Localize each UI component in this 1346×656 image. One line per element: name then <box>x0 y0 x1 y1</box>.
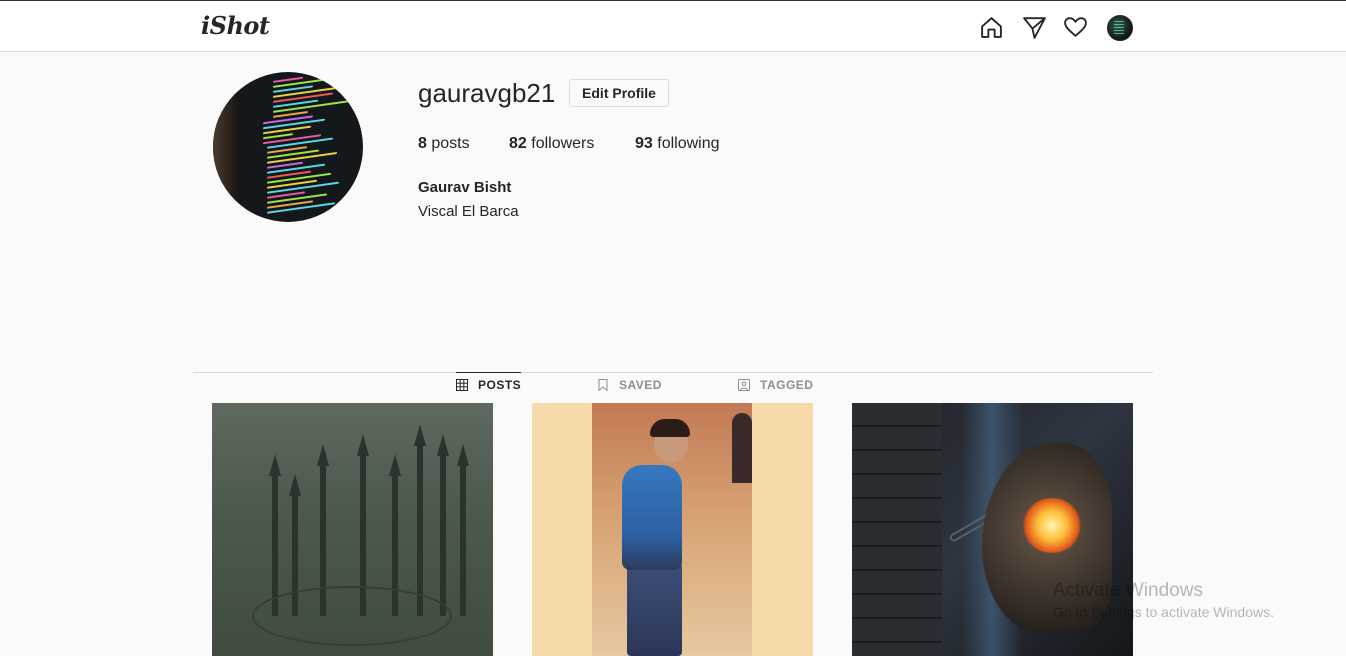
tab-tagged[interactable]: TAGGED <box>738 373 813 397</box>
person-body <box>622 465 682 570</box>
tab-tagged-label: TAGGED <box>760 378 814 392</box>
followers-count: 82 <box>509 135 527 152</box>
following-label: following <box>657 135 720 152</box>
following-count: 93 <box>635 135 653 152</box>
profile-picture-panel <box>213 72 239 222</box>
posts-count: 8 <box>418 135 427 152</box>
followers-label: followers <box>531 135 595 152</box>
send-icon[interactable] <box>1022 15 1047 40</box>
watermark-title: Activate Windows <box>1053 580 1203 601</box>
top-navigation-bar: iShot <box>0 0 1346 52</box>
bookmark-icon <box>598 379 608 391</box>
tab-saved[interactable]: SAVED <box>597 373 662 397</box>
profile-picture[interactable] <box>213 72 363 222</box>
stat-followers[interactable]: 82 followers <box>509 135 594 153</box>
spire-shape <box>414 424 426 616</box>
stat-posts: 8 posts <box>418 135 470 153</box>
tab-posts[interactable]: POSTS <box>456 372 522 396</box>
post-thumbnail[interactable] <box>212 403 493 656</box>
tab-saved-label: SAVED <box>619 378 662 392</box>
app-logo[interactable]: iShot <box>201 11 270 40</box>
stadium-shape <box>252 586 452 646</box>
stat-following[interactable]: 93 following <box>635 135 720 153</box>
person-hair <box>650 419 690 437</box>
home-icon[interactable] <box>979 15 1004 40</box>
tag-icon <box>738 379 750 391</box>
fire-shape <box>1022 498 1082 553</box>
profile-bio: Viscal El Barca <box>418 203 519 220</box>
heart-icon[interactable] <box>1063 15 1088 40</box>
profile-avatar[interactable] <box>1107 15 1133 41</box>
tab-posts-label: POSTS <box>478 377 522 392</box>
profile-full-name: Gaurav Bisht <box>418 179 512 196</box>
stone-wall <box>852 403 942 656</box>
activate-windows-watermark: Activate Windows Go to Settings to activ… <box>1053 580 1274 620</box>
spire-shape <box>437 434 449 616</box>
post-thumbnail[interactable] <box>532 403 813 656</box>
profile-username: gauravgb21 <box>418 78 556 108</box>
person-legs <box>627 563 682 656</box>
posts-label: posts <box>431 135 470 152</box>
edit-profile-button[interactable]: Edit Profile <box>569 79 669 107</box>
spire-shape <box>457 444 469 616</box>
grid-icon <box>456 378 468 391</box>
arch-shape <box>732 413 752 483</box>
tabs-divider <box>193 372 1153 373</box>
code-image <box>253 72 363 222</box>
watermark-subtitle: Go to Settings to activate Windows. <box>1053 604 1274 620</box>
